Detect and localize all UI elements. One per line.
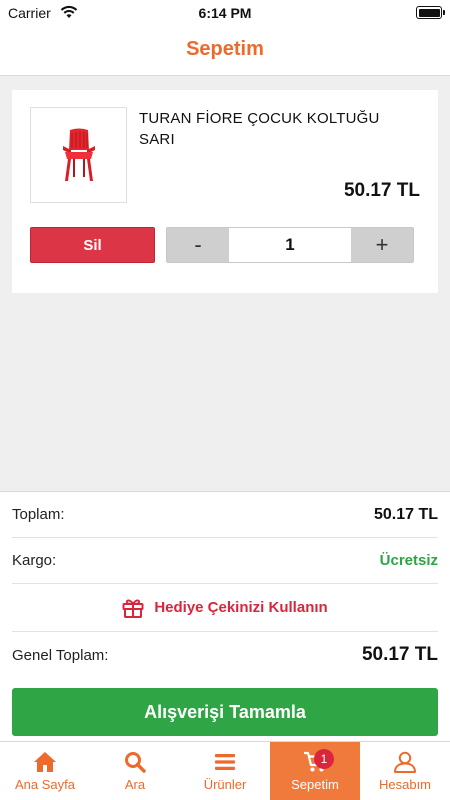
grand-total-row: Genel Toplam: 50.17 TL bbox=[12, 632, 438, 678]
gift-voucher-label: Hediye Çekinizi Kullanın bbox=[154, 599, 328, 616]
grand-total-label: Genel Toplam: bbox=[12, 646, 109, 664]
decrement-button[interactable]: - bbox=[167, 228, 229, 262]
order-summary: Toplam: 50.17 TL Kargo: Ücretsiz Hediye … bbox=[0, 491, 450, 741]
tab-search-label: Ara bbox=[124, 777, 146, 792]
shipping-row: Kargo: Ücretsiz bbox=[12, 538, 438, 584]
battery-icon bbox=[416, 6, 445, 19]
tab-cart[interactable]: 1 Sepetim bbox=[270, 742, 360, 800]
checkout-button[interactable]: Alışverişi Tamamla bbox=[12, 688, 438, 736]
home-icon bbox=[34, 752, 56, 772]
quantity-value[interactable]: 1 bbox=[229, 228, 351, 262]
tab-home-label: Ana Sayfa bbox=[15, 777, 75, 792]
product-price: 50.17 TL bbox=[343, 180, 420, 201]
tab-home[interactable]: Ana Sayfa bbox=[0, 742, 90, 800]
gift-voucher-row: Hediye Çekinizi Kullanın bbox=[12, 584, 438, 632]
subtotal-label: Toplam: bbox=[12, 506, 65, 523]
shipping-value: Ücretsiz bbox=[379, 552, 438, 569]
quantity-stepper: - 1 + bbox=[166, 227, 414, 263]
grand-total-value: 50.17 TL bbox=[361, 644, 438, 665]
remove-button[interactable]: Sil bbox=[30, 227, 155, 263]
tab-search[interactable]: Ara bbox=[90, 742, 180, 800]
page-title: Sepetim bbox=[186, 38, 264, 60]
subtotal-value: 50.17 TL bbox=[373, 505, 438, 523]
tab-products-label: Ürünler bbox=[203, 777, 247, 792]
subtotal-row: Toplam: 50.17 TL bbox=[12, 492, 438, 538]
status-time: 6:14 PM bbox=[198, 5, 252, 21]
tab-account[interactable]: Hesabım bbox=[360, 742, 450, 800]
chair-icon bbox=[63, 128, 95, 181]
product-image[interactable] bbox=[30, 107, 127, 203]
gift-voucher-link[interactable]: Hediye Çekinizi Kullanın bbox=[122, 598, 328, 618]
cart-count-badge: 1 bbox=[314, 749, 334, 769]
navigation-bar: Sepetim bbox=[0, 26, 450, 76]
tab-bar: Ana Sayfa Ara Ürünler 1 Sepetim Hesabım bbox=[0, 741, 450, 800]
gift-icon bbox=[122, 599, 144, 618]
tab-account-label: Hesabım bbox=[378, 777, 432, 792]
menu-icon bbox=[215, 754, 235, 770]
product-name[interactable]: TURAN FİORE ÇOCUK KOLTUĞU SARI bbox=[139, 108, 409, 150]
increment-button[interactable]: + bbox=[351, 228, 413, 262]
cart-item: TURAN FİORE ÇOCUK KOLTUĞU SARI 50.17 TL … bbox=[12, 90, 438, 293]
user-icon bbox=[394, 751, 416, 773]
tab-products[interactable]: Ürünler bbox=[180, 742, 270, 800]
tab-cart-label: Sepetim bbox=[291, 777, 339, 792]
search-icon bbox=[125, 752, 146, 773]
shipping-label: Kargo: bbox=[12, 552, 57, 569]
status-bar: Carrier 6:14 PM bbox=[0, 0, 450, 26]
